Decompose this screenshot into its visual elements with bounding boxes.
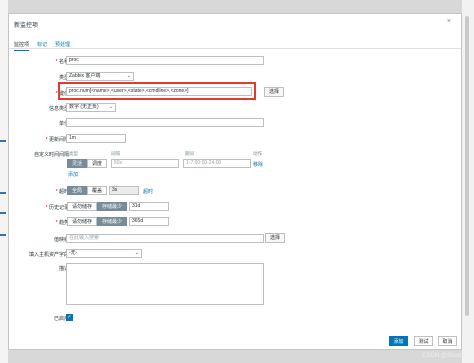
sidebar-marker <box>0 212 6 214</box>
col-type: 类型 <box>69 151 78 156</box>
item-dialog: 新监控项 × 监控项 标记 预处理 * 名称 proc 类型 Zabbix 客户… <box>8 13 462 350</box>
add-button[interactable]: 添加 <box>389 336 408 346</box>
sidebar-marker <box>0 192 6 194</box>
chevron-down-icon: ⌄ <box>126 73 131 79</box>
custom-period-input[interactable]: 1-7,00:00-24:00 <box>183 159 251 168</box>
store-up-to-option[interactable]: 存储最少 <box>97 202 128 211</box>
scrollbar-thumb[interactable] <box>465 16 469 316</box>
custom-type-toggle: 灵活 调度 <box>67 159 108 168</box>
background-sidebar <box>0 0 8 363</box>
chevron-down-icon: ⌄ <box>134 250 139 256</box>
cancel-button[interactable]: 取消 <box>438 336 457 346</box>
do-not-store-option[interactable]: 请勿储存 <box>67 217 98 226</box>
tab-preprocessing[interactable]: 预处理 <box>55 41 70 51</box>
remove-link[interactable]: 移除 <box>253 161 263 168</box>
custom-intervals-label: 自定义时间间隔 <box>33 152 69 158</box>
do-not-store-option[interactable]: 请勿储存 <box>67 202 98 211</box>
chevron-down-icon: ⌄ <box>108 104 113 110</box>
tab-tags[interactable]: 标记 <box>37 41 47 51</box>
close-icon[interactable]: × <box>447 18 451 25</box>
interval-input[interactable]: 1m <box>66 134 126 143</box>
sidebar-marker <box>0 140 6 142</box>
type-select[interactable]: Zabbix 客户端 ⌄ <box>66 72 134 81</box>
red-highlight-box <box>58 82 256 100</box>
test-button[interactable]: 测试 <box>414 336 433 346</box>
history-input[interactable]: 31d <box>129 202 169 211</box>
name-input[interactable]: proc <box>66 56 264 65</box>
timeout-toggle: 全局 覆盖 <box>67 186 108 195</box>
flexible-option[interactable]: 灵活 <box>67 159 88 168</box>
col-interval: 间隔 <box>111 151 120 156</box>
trends-toggle: 请勿储存 存储最少 <box>67 217 128 226</box>
valuemap-select-button[interactable]: 选择 <box>265 233 285 243</box>
add-interval-link[interactable]: 添加 <box>68 171 78 178</box>
key-select-button[interactable]: 选择 <box>264 87 284 97</box>
scheduling-option[interactable]: 调度 <box>87 159 108 168</box>
tab-item[interactable]: 监控项 <box>14 41 30 51</box>
timeout-input[interactable]: 3s <box>109 186 139 195</box>
tab-divider <box>9 48 461 49</box>
tab-bar: 监控项 标记 预处理 <box>14 41 70 51</box>
info-type-select[interactable]: 数字 (无正负) ⌄ <box>66 103 116 112</box>
inventory-label: 填入主机资产字段 <box>28 252 69 258</box>
enabled-checkbox[interactable]: ✓ <box>66 314 73 321</box>
col-action: 动作 <box>253 151 262 156</box>
sidebar-marker <box>0 234 6 236</box>
valuemap-input[interactable]: 在此输入搜索 <box>66 234 264 243</box>
override-option[interactable]: 覆盖 <box>87 186 108 195</box>
custom-interval-input[interactable]: 50s <box>111 159 179 168</box>
history-toggle: 请勿储存 存储最少 <box>67 202 128 211</box>
dialog-title: 新监控项 <box>14 23 39 29</box>
timeout-link[interactable]: 超时 <box>143 188 153 195</box>
history-label: * 历史记录 <box>45 205 69 211</box>
trends-input[interactable]: 365d <box>129 217 169 226</box>
global-option[interactable]: 全局 <box>67 186 88 195</box>
units-input[interactable] <box>66 118 264 127</box>
store-up-to-option[interactable]: 存储最少 <box>97 217 128 226</box>
description-textarea[interactable] <box>66 263 264 305</box>
watermark: CSDN @Source <box>422 353 466 359</box>
col-period: 期间 <box>185 151 194 156</box>
inventory-select[interactable]: -无- ⌄ <box>66 249 142 258</box>
